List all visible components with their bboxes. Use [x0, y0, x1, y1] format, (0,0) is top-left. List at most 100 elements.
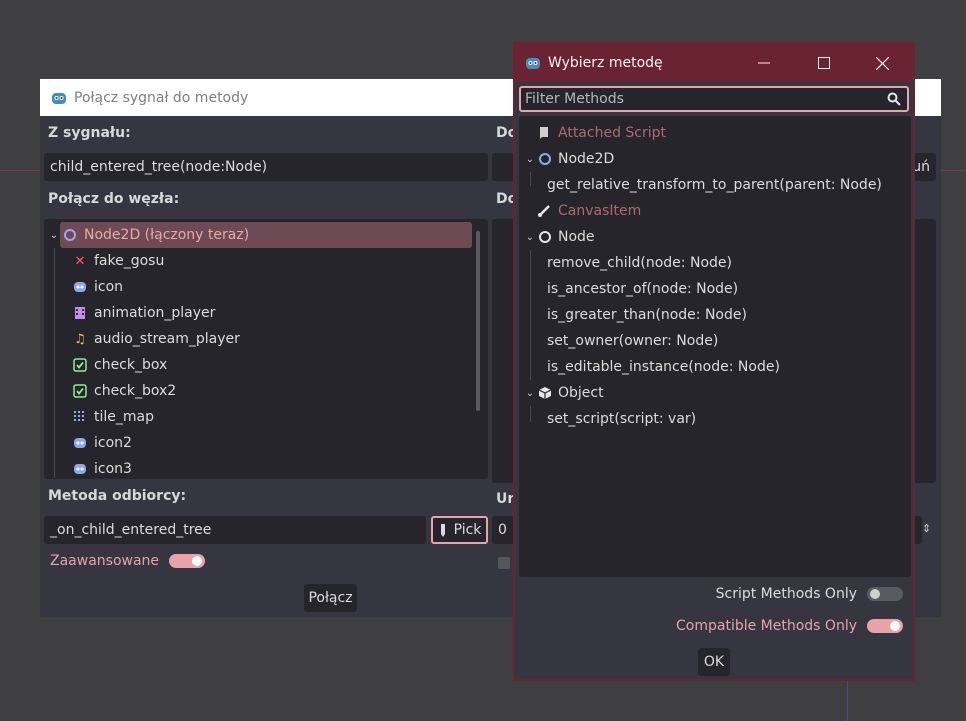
search-icon: [887, 92, 901, 106]
tree-item-check-box2[interactable]: check_box2: [72, 378, 472, 404]
method-label: set_script(script: var): [547, 411, 697, 427]
from-signal-label: Z sygnału:: [48, 125, 131, 141]
godot-icon: [72, 461, 88, 477]
canvas-guide-line: [0, 170, 40, 171]
tree-item-fake-gosu[interactable]: ✕ fake_gosu: [72, 248, 472, 274]
filter-methods-input[interactable]: Filter Methods: [519, 86, 909, 112]
maximize-icon: [818, 57, 830, 69]
audio-icon: ♫: [74, 331, 86, 347]
chevron-down-icon[interactable]: ⌄: [524, 232, 536, 243]
compatible-methods-only-toggle[interactable]: [867, 619, 903, 633]
tree-item-label: animation_player: [94, 305, 216, 321]
method-label: is_ancestor_of(node: Node): [547, 281, 739, 297]
tree-item-label: icon: [94, 279, 124, 295]
tree-guide-line: [530, 406, 531, 422]
tree-item-label: tile_map: [94, 409, 154, 425]
method-item[interactable]: is_editable_instance(node: Node): [519, 354, 911, 380]
tree-item-label: Node2D (łączony teraz): [84, 227, 250, 243]
section-label: Attached Script: [558, 125, 667, 141]
connect-button[interactable]: Połącz: [304, 584, 357, 612]
method-item[interactable]: get_relative_transform_to_parent(parent:…: [519, 172, 911, 198]
method-label: set_owner(owner: Node): [547, 333, 719, 349]
section-label: Object: [558, 385, 604, 401]
chevron-down-icon[interactable]: ⌄: [524, 154, 536, 165]
method-label: is_greater_than(node: Node): [547, 307, 747, 323]
section-label: Node2D: [558, 151, 615, 167]
godot-logo-icon: [52, 92, 66, 104]
tree-guide-line: [530, 172, 531, 186]
godot-icon: [72, 279, 88, 295]
tree-item-label: icon3: [94, 461, 132, 477]
advanced-toggle[interactable]: [169, 554, 206, 568]
animation-player-icon: [72, 305, 88, 321]
method-dialog-title: Wybierz metodę: [548, 55, 663, 71]
chevron-down-icon[interactable]: ⌄: [524, 388, 536, 399]
advanced-label: Zaawansowane: [50, 553, 160, 569]
tree-item-icon3[interactable]: icon3: [72, 456, 472, 479]
minimize-button[interactable]: [735, 44, 793, 82]
tree-item-audio-stream-player[interactable]: ♫ audio_stream_player: [72, 326, 472, 352]
tree-item-animation-player[interactable]: animation_player: [72, 300, 472, 326]
checkbox-icon: [72, 357, 88, 373]
tree-item-label: fake_gosu: [94, 253, 165, 269]
tree-item-label: check_box: [94, 357, 168, 373]
section-canvas-item[interactable]: CanvasItem: [519, 198, 911, 224]
script-methods-only-toggle[interactable]: [867, 587, 903, 601]
tree-item-label: check_box2: [94, 383, 177, 399]
pick-button-label: Pick: [453, 522, 482, 538]
ok-button[interactable]: OK: [698, 648, 730, 676]
chevron-down-icon[interactable]: ⌄: [48, 230, 60, 241]
deferred-checkbox[interactable]: [498, 557, 510, 569]
section-node2d[interactable]: ⌄ Node2D: [519, 146, 911, 172]
checkbox-icon: [72, 383, 88, 399]
tree-item-label: icon2: [94, 435, 132, 451]
tree-item-icon2[interactable]: icon2: [72, 430, 472, 456]
select-method-dialog: Wybierz metodę Filter Methods Attached S…: [513, 42, 915, 681]
spin-arrows-icon[interactable]: ⇕: [922, 522, 931, 535]
receiver-method-input[interactable]: _on_child_entered_tree: [44, 516, 426, 544]
canvas-guide-line-vertical: [847, 680, 848, 721]
filter-placeholder: Filter Methods: [525, 91, 624, 107]
tree-scrollbar[interactable]: [476, 231, 480, 411]
signal-field[interactable]: child_entered_tree(node:Node): [44, 153, 488, 181]
script-icon: [540, 127, 548, 139]
method-item[interactable]: remove_child(node: Node): [519, 250, 911, 276]
script-methods-only-label: Script Methods Only: [715, 586, 857, 602]
object-icon: [538, 387, 552, 399]
method-dialog-titlebar[interactable]: Wybierz metodę: [515, 44, 913, 82]
connect-dialog-title: Połącz sygnał do metody: [74, 89, 249, 106]
node-tree[interactable]: ⌄ Node2D (łączony teraz) ✕ fake_gosu ico…: [44, 219, 488, 479]
tilemap-icon: [72, 409, 88, 425]
node2d-icon: [62, 227, 78, 243]
error-x-icon: ✕: [74, 253, 86, 269]
receiver-method-label: Metoda odbiorcy:: [48, 488, 187, 504]
method-item[interactable]: set_script(script: var): [519, 406, 911, 432]
section-node[interactable]: ⌄ Node: [519, 224, 911, 250]
godot-icon: [72, 435, 88, 451]
section-attached-script[interactable]: Attached Script: [519, 120, 911, 146]
maximize-button[interactable]: [795, 44, 853, 82]
tree-item-tile-map[interactable]: tile_map: [72, 404, 472, 430]
section-object[interactable]: ⌄ Object: [519, 380, 911, 406]
method-item[interactable]: is_ancestor_of(node: Node): [519, 276, 911, 302]
methods-tree[interactable]: Attached Script ⌄ Node2D get_relative_tr…: [519, 116, 911, 577]
pick-pencil-icon: [440, 524, 445, 537]
node-icon: [539, 231, 551, 243]
script-methods-only-row[interactable]: Script Methods Only: [716, 586, 903, 602]
close-button[interactable]: [853, 44, 911, 82]
tree-item-node2d[interactable]: ⌄ Node2D (łączony teraz): [50, 222, 472, 248]
node2d-icon: [539, 153, 551, 165]
tree-item-icon[interactable]: icon: [72, 274, 472, 300]
section-label: Node: [558, 229, 595, 245]
method-item[interactable]: is_greater_than(node: Node): [519, 302, 911, 328]
compatible-methods-only-row[interactable]: Compatible Methods Only: [676, 618, 903, 634]
close-icon: [875, 56, 889, 70]
method-item[interactable]: set_owner(owner: Node): [519, 328, 911, 354]
tree-guide-line: [530, 250, 531, 380]
pick-button[interactable]: Pick: [431, 516, 488, 544]
method-label: is_editable_instance(node: Node): [547, 359, 780, 375]
tree-item-check-box[interactable]: check_box: [72, 352, 472, 378]
tree-guide-line: [54, 248, 55, 478]
brush-icon: [538, 205, 550, 217]
advanced-row[interactable]: Zaawansowane: [50, 553, 206, 569]
